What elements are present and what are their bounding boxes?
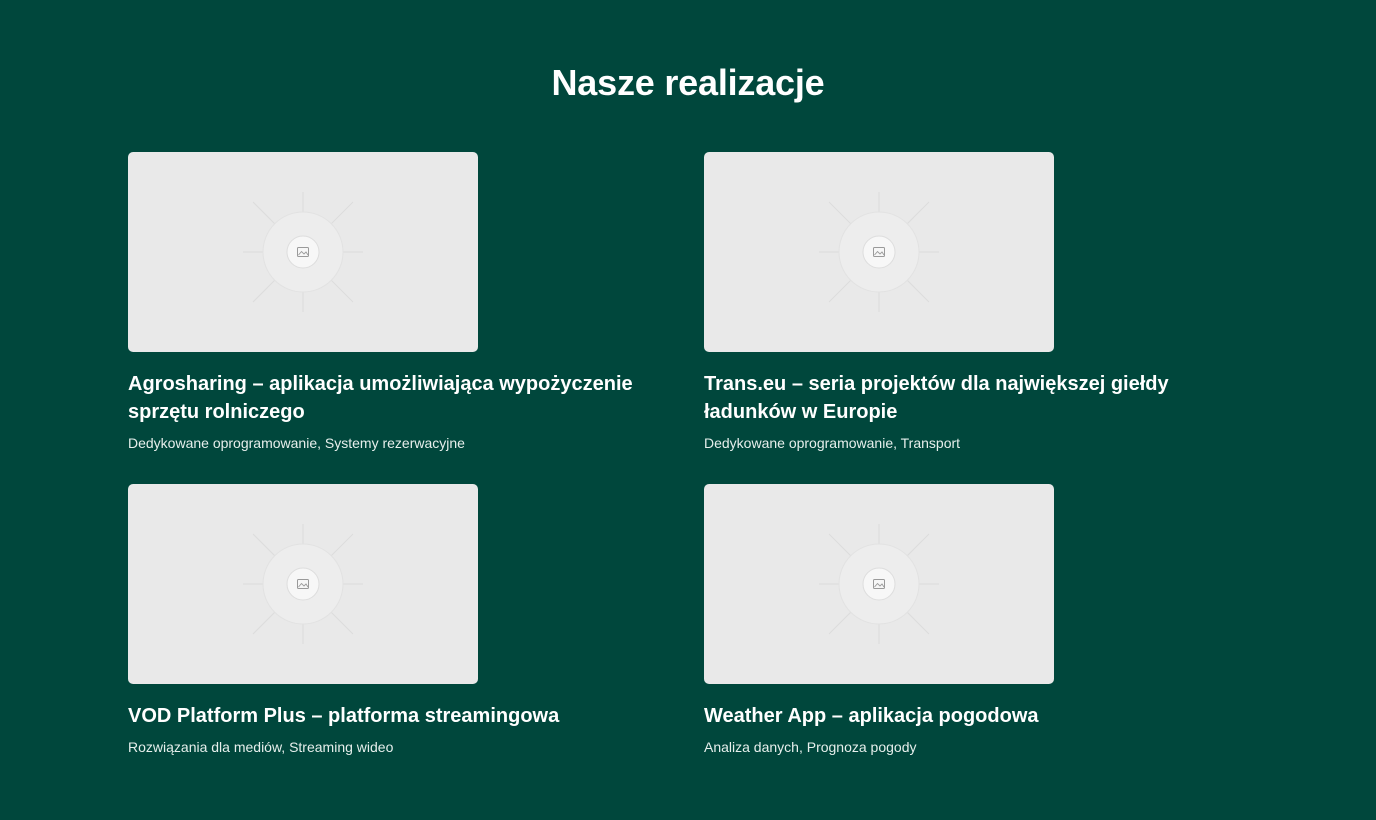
project-card-vod-platform[interactable]: VOD Platform Plus – platforma streamingo… bbox=[128, 484, 668, 757]
image-placeholder-icon bbox=[243, 192, 363, 312]
project-thumbnail[interactable] bbox=[704, 152, 1054, 352]
project-thumbnail[interactable] bbox=[128, 484, 478, 684]
section-title: Nasze realizacje bbox=[551, 62, 825, 103]
project-title[interactable]: Agrosharing – aplikacja umożliwiająca wy… bbox=[128, 370, 668, 426]
project-thumbnail[interactable] bbox=[704, 484, 1054, 684]
image-placeholder-icon bbox=[243, 524, 363, 644]
image-placeholder-icon bbox=[819, 524, 939, 644]
project-tags: Dedykowane oprogramowanie, Systemy rezer… bbox=[128, 435, 465, 451]
project-tags: Rozwiązania dla mediów, Streaming wideo bbox=[128, 739, 394, 755]
image-placeholder-icon bbox=[819, 192, 939, 312]
project-title[interactable]: Trans.eu – seria projektów dla największ… bbox=[704, 370, 1244, 426]
projects-section: Nasze realizacje Agrosharing – aplikacja… bbox=[0, 0, 1376, 820]
project-card-trans-eu[interactable]: Trans.eu – seria projektów dla największ… bbox=[704, 152, 1244, 453]
project-card-agrosharing[interactable]: Agrosharing – aplikacja umożliwiająca wy… bbox=[128, 152, 668, 453]
project-tags: Analiza danych, Prognoza pogody bbox=[704, 739, 917, 755]
project-tags: Dedykowane oprogramowanie, Transport bbox=[704, 435, 961, 451]
project-title[interactable]: Weather App – aplikacja pogodowa bbox=[704, 702, 1244, 730]
project-thumbnail[interactable] bbox=[128, 152, 478, 352]
project-card-weather-app[interactable]: Weather App – aplikacja pogodowa Analiza… bbox=[704, 484, 1244, 757]
project-title[interactable]: VOD Platform Plus – platforma streamingo… bbox=[128, 702, 668, 730]
